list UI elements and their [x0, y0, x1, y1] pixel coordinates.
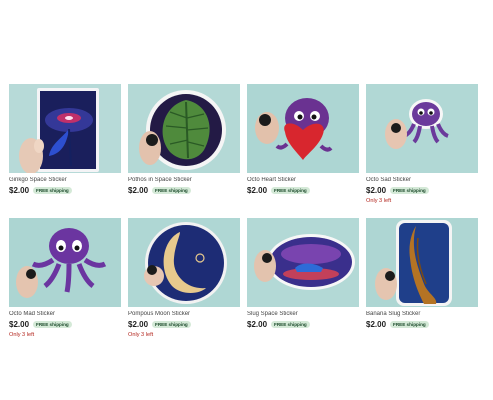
- listing-card[interactable]: Ginkgo Space Sticker $2.00 FREE shipping: [9, 84, 121, 204]
- low-stock-notice: Only 3 left: [128, 332, 154, 338]
- listing-price: $2.00: [366, 320, 387, 329]
- listing-card[interactable]: Octo Heart Sticker $2.00 FREE shipping: [247, 84, 359, 204]
- listing-image[interactable]: [9, 84, 121, 173]
- pothos-space-sticker-photo: [128, 84, 240, 173]
- listing-card[interactable]: Octo Mad Sticker $2.00 FREE shipping Onl…: [9, 218, 121, 338]
- listing-title[interactable]: Octo Heart Sticker: [247, 177, 359, 184]
- octo-heart-sticker-photo: [247, 84, 359, 173]
- slug-space-sticker-photo: [247, 218, 359, 307]
- listing-price: $2.00: [247, 320, 268, 329]
- listing-price: $2.00: [128, 186, 149, 195]
- free-shipping-badge: FREE shipping: [33, 187, 72, 194]
- free-shipping-badge: FREE shipping: [33, 321, 72, 328]
- listing-title[interactable]: Octo Mad Sticker: [9, 311, 121, 318]
- price-row: $2.00 FREE shipping: [247, 186, 359, 195]
- listing-image[interactable]: [9, 218, 121, 307]
- price-row: $2.00 FREE shipping: [9, 320, 121, 329]
- listing-image[interactable]: [128, 84, 240, 173]
- listing-title[interactable]: Banana Slug Sticker: [366, 311, 478, 318]
- listing-image[interactable]: [366, 84, 478, 173]
- listing-title[interactable]: Ginkgo Space Sticker: [9, 177, 121, 184]
- listing-card[interactable]: Pompous Moon Sticker $2.00 FREE shipping…: [128, 218, 240, 338]
- price-row: $2.00 FREE shipping: [128, 320, 240, 329]
- ginkgo-space-sticker-photo: [9, 84, 121, 173]
- free-shipping-badge: FREE shipping: [152, 187, 191, 194]
- free-shipping-badge: FREE shipping: [152, 321, 191, 328]
- listing-card[interactable]: Banana Slug Sticker $2.00 FREE shipping: [366, 218, 478, 338]
- free-shipping-badge: FREE shipping: [271, 187, 310, 194]
- octo-sad-sticker-photo: [366, 84, 478, 173]
- listing-title[interactable]: Pompous Moon Sticker: [128, 311, 240, 318]
- pompous-moon-sticker-photo: [128, 218, 240, 307]
- listing-image[interactable]: [247, 218, 359, 307]
- price-row: $2.00 FREE shipping: [247, 320, 359, 329]
- price-row: $2.00 FREE shipping: [366, 186, 478, 195]
- listing-price: $2.00: [9, 186, 30, 195]
- listing-image[interactable]: [128, 218, 240, 307]
- listing-image[interactable]: [247, 84, 359, 173]
- price-row: $2.00 FREE shipping: [366, 320, 478, 329]
- listing-image[interactable]: [366, 218, 478, 307]
- free-shipping-badge: FREE shipping: [271, 321, 310, 328]
- listing-card[interactable]: Pothos in Space Sticker $2.00 FREE shipp…: [128, 84, 240, 204]
- low-stock-notice: Only 3 left: [9, 332, 35, 338]
- listing-price: $2.00: [247, 186, 268, 195]
- low-stock-notice: Only 3 left: [366, 198, 392, 204]
- price-row: $2.00 FREE shipping: [9, 186, 121, 195]
- price-row: $2.00 FREE shipping: [128, 186, 240, 195]
- listing-card[interactable]: Slug Space Sticker $2.00 FREE shipping: [247, 218, 359, 338]
- free-shipping-badge: FREE shipping: [390, 321, 429, 328]
- listing-card[interactable]: Octo Sad Sticker $2.00 FREE shipping Onl…: [366, 84, 478, 204]
- listing-grid: Ginkgo Space Sticker $2.00 FREE shipping…: [9, 84, 478, 338]
- listing-price: $2.00: [128, 320, 149, 329]
- octo-mad-sticker-photo: [9, 218, 121, 307]
- listing-title[interactable]: Octo Sad Sticker: [366, 177, 478, 184]
- banana-slug-sticker-photo: [366, 218, 478, 307]
- listing-price: $2.00: [9, 320, 30, 329]
- listing-price: $2.00: [366, 186, 387, 195]
- listing-title[interactable]: Pothos in Space Sticker: [128, 177, 240, 184]
- free-shipping-badge: FREE shipping: [390, 187, 429, 194]
- listing-title[interactable]: Slug Space Sticker: [247, 311, 359, 318]
